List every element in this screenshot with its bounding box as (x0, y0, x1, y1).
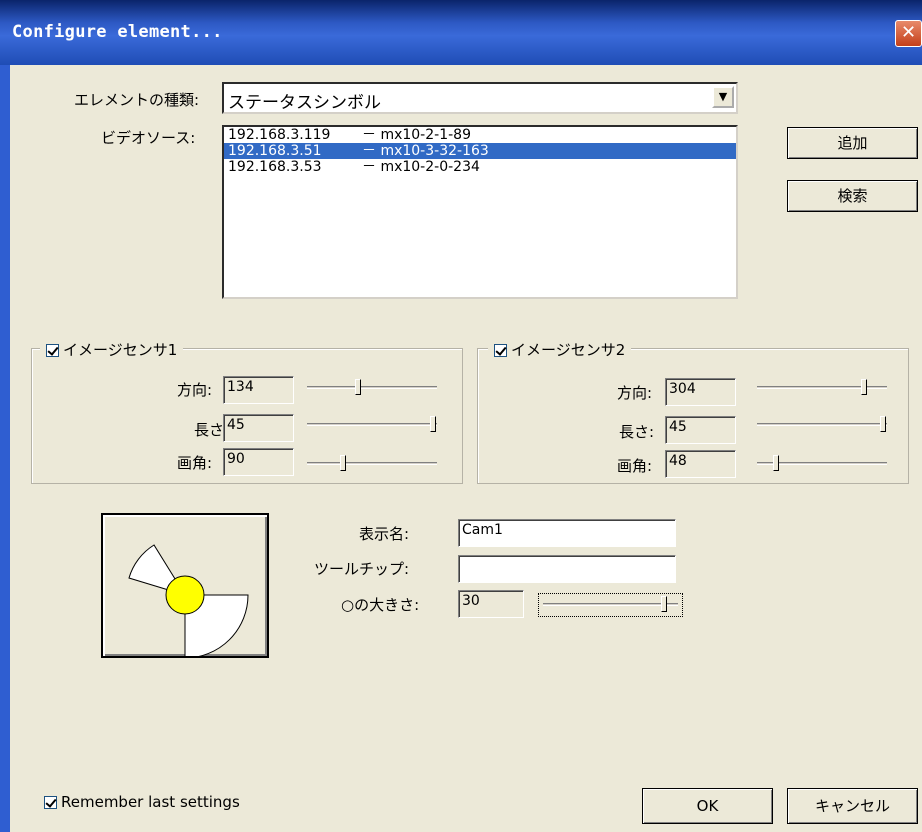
sensor1-direction-label: 方向: (177, 381, 213, 399)
video-source-list[interactable]: 192.168.3.119 － mx10-2-1-89 192.168.3.51 － … (222, 125, 738, 299)
add-button[interactable]: 追加 (787, 127, 918, 159)
video-source-ip: 192.168.3.51 (228, 143, 322, 159)
sensor2-direction-label: 方向: (617, 384, 653, 402)
sensor1-angle-slider[interactable] (307, 453, 437, 473)
circle-size-field[interactable]: 30 (458, 590, 524, 618)
video-source-item[interactable]: 192.168.3.53 － mx10-2-0-234 (224, 159, 736, 175)
window-title: Configure element... (12, 22, 223, 42)
sensor1-checkbox[interactable] (46, 344, 59, 357)
sensor2-angle-slider[interactable] (757, 453, 887, 473)
sensor1-length-label: 長さ (194, 421, 225, 439)
sensor1-angle-field[interactable]: 90 (223, 448, 294, 476)
remember-settings[interactable]: Remember last settings (44, 793, 240, 811)
chevron-down-icon[interactable]: ▼ (712, 86, 734, 108)
cancel-button[interactable]: キャンセル (787, 788, 918, 824)
slider-thumb[interactable] (661, 596, 667, 612)
sensor2-direction-field[interactable]: 304 (665, 378, 736, 406)
ok-button[interactable]: OK (642, 788, 773, 824)
slider-thumb[interactable] (355, 379, 361, 395)
slider-thumb[interactable] (880, 416, 886, 432)
slider-thumb[interactable] (861, 379, 867, 395)
remember-checkbox[interactable] (44, 796, 57, 809)
sensor2-angle-label: 画角: (617, 457, 653, 475)
tooltip-label: ツールチップ: (314, 560, 410, 578)
element-type-label: エレメントの種類: (74, 91, 200, 109)
image-sensor2-title[interactable]: イメージセンサ2 (488, 339, 632, 360)
element-type-dropdown[interactable]: ステータスシンボル ▼ (222, 82, 738, 114)
sensor2-checkbox[interactable] (494, 344, 507, 357)
video-source-device: － mx10-2-0-234 (362, 159, 480, 175)
sensor1-length-slider[interactable] (307, 414, 437, 434)
sensor2-angle-field[interactable]: 48 (665, 450, 736, 478)
display-name-label: 表示名: (359, 525, 410, 543)
video-source-ip: 192.168.3.53 (228, 159, 322, 175)
status-symbol-icon (128, 544, 249, 659)
video-source-device: － mx10-3-32-163 (362, 143, 489, 159)
title-bar: Configure element... ✕ (0, 0, 922, 65)
sensor2-length-label: 長さ: (619, 423, 655, 441)
sensor2-length-field[interactable]: 45 (665, 416, 736, 444)
slider-thumb[interactable] (340, 455, 346, 471)
window-left-border (0, 65, 10, 832)
sensor1-direction-slider[interactable] (307, 377, 437, 397)
close-icon[interactable]: ✕ (895, 20, 922, 47)
sensor1-length-field[interactable]: 45 (223, 414, 294, 442)
symbol-preview (101, 513, 269, 659)
sensor1-direction-field[interactable]: 134 (223, 376, 294, 404)
sensor2-length-slider[interactable] (757, 414, 887, 434)
tooltip-input[interactable] (458, 555, 676, 583)
slider-thumb[interactable] (430, 416, 436, 432)
circle-size-slider[interactable] (538, 593, 683, 617)
display-name-input[interactable]: Cam1 (458, 519, 676, 547)
video-source-label: ビデオソース: (101, 129, 196, 147)
sensor1-angle-label: 画角: (177, 454, 213, 472)
video-source-item[interactable]: 192.168.3.51 － mx10-3-32-163 (224, 143, 736, 159)
sensor2-direction-slider[interactable] (757, 377, 887, 397)
slider-thumb[interactable] (773, 455, 779, 471)
remember-label: Remember last settings (61, 793, 240, 811)
video-source-device: － mx10-2-1-89 (362, 127, 471, 143)
video-source-item[interactable]: 192.168.3.119 － mx10-2-1-89 (224, 127, 736, 143)
search-button[interactable]: 検索 (787, 180, 918, 212)
image-sensor1-title[interactable]: イメージセンサ1 (40, 339, 184, 360)
video-source-ip: 192.168.3.119 (228, 127, 331, 143)
circle-size-label: ○の大きさ: (341, 596, 420, 614)
element-type-value: ステータスシンボル (228, 93, 381, 113)
